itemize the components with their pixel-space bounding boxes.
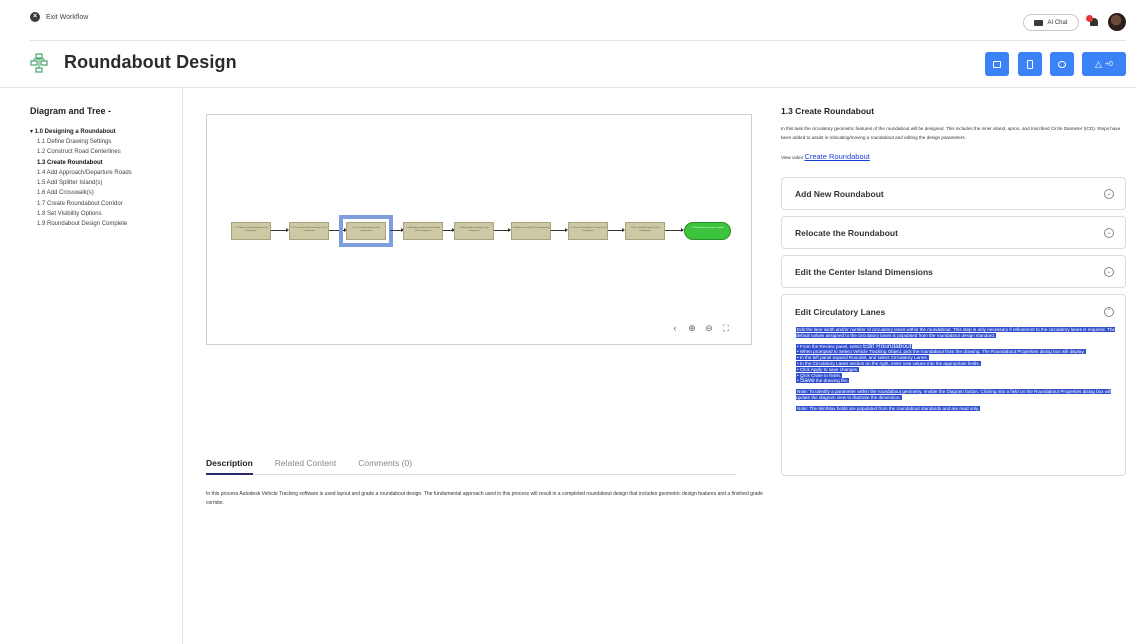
diagram-arrow — [551, 228, 568, 232]
diagram-step[interactable]: 1.4 Add Approach/Departure Roads (Civil … — [403, 222, 443, 240]
ai-chat-label: AI Chat — [1047, 19, 1068, 26]
task-title: 1.3 Create Roundabout — [781, 106, 875, 116]
step-text: the drawing file. — [816, 378, 849, 384]
top-bar: × Exit Workflow AI Chat — [0, 0, 1136, 40]
diagram-arrow — [608, 228, 625, 232]
accordion-edit-circulatory-lanes[interactable]: Edit Circulatory Lanes ⌃ Edit the lane w… — [781, 294, 1126, 476]
video-prefix: View video — [781, 155, 804, 160]
accordion-label: Edit Circulatory Lanes — [795, 307, 886, 317]
chat-icon — [1034, 19, 1044, 26]
zoom-out-icon[interactable]: ⊖ — [703, 322, 715, 334]
divider — [0, 87, 1136, 88]
tree-item[interactable]: 1.7 Create Roundabout Corridor — [37, 201, 132, 211]
step-text: Click Apply to save changes. — [799, 366, 859, 372]
diagram-arrow — [494, 228, 511, 232]
workflow-tree: ▾ 1.0 Designing a Roundabout 1.1 Define … — [30, 128, 132, 232]
page-title: Roundabout Design — [64, 52, 237, 72]
video-link[interactable]: Create Roundabout — [804, 152, 869, 161]
thumbs-up-icon: △ — [1095, 58, 1102, 69]
notification-dot — [1086, 15, 1093, 22]
diagram-step[interactable]: 1.1 Define Drawing Settings (Civil Integ… — [231, 222, 271, 240]
tree-item[interactable]: 1.9 Roundabout Design Complete — [37, 221, 132, 231]
diagram-step[interactable]: 1.8 Set Visibility Options (Civil Integr… — [625, 222, 665, 240]
chevron-left-icon[interactable]: ‹ — [669, 322, 681, 334]
close-icon: × — [30, 12, 40, 22]
tree-item[interactable]: 1.6 Add Crosswalk(s) — [37, 190, 132, 200]
task-description: In this task the circulatory geometric f… — [781, 126, 1121, 140]
step-text: In the Circulatory Lanes section on the … — [799, 360, 980, 366]
accordion-label: Edit the Center Island Dimensions — [795, 267, 933, 277]
notifications-button[interactable] — [1086, 14, 1102, 30]
workflow-icon — [30, 53, 48, 73]
accordion-edit-center-island[interactable]: Edit the Center Island Dimensions ⌄ — [781, 255, 1126, 288]
chevron-down-icon[interactable]: ⌄ — [1104, 267, 1114, 277]
avatar[interactable] — [1108, 13, 1126, 31]
fullscreen-icon[interactable]: ⛶ — [720, 322, 732, 334]
list-item: • Save the drawing file. — [796, 377, 850, 385]
chevron-down-icon[interactable]: ⌄ — [1104, 189, 1114, 199]
save-link[interactable]: Save — [800, 377, 815, 385]
divider — [30, 40, 1126, 41]
like-button[interactable]: △ +0 — [1082, 52, 1126, 76]
bookmark-icon — [1027, 59, 1033, 69]
zoom-in-icon[interactable]: ⊕ — [686, 322, 698, 334]
exit-workflow-label: Exit Workflow — [46, 13, 89, 21]
step-text: From the Review panel, select — [799, 343, 862, 349]
ai-chat-button[interactable]: AI Chat — [1023, 14, 1079, 31]
diagram-arrow — [665, 228, 684, 232]
tree-root[interactable]: ▾ 1.0 Designing a Roundabout — [30, 128, 132, 135]
accordion-label: Add New Roundabout — [795, 189, 884, 199]
accordion-add-new-roundabout[interactable]: Add New Roundabout ⌄ — [781, 177, 1126, 210]
steps-list: • From the Review panel, select Edit Rou… — [796, 343, 1118, 385]
accordion-relocate-roundabout[interactable]: Relocate the Roundabout ⌄ — [781, 216, 1126, 249]
tree-item[interactable]: 1.2 Construct Road Centerlines — [37, 149, 132, 159]
diagram-step-end[interactable]: 1.9 Roundabout Design Complete — [684, 222, 731, 240]
tree-title[interactable]: Diagram and Tree - — [30, 106, 111, 116]
accordion-label: Relocate the Roundabout — [795, 228, 898, 238]
tree-item[interactable]: 1.5 Add Splitter Island(s) — [37, 180, 132, 190]
like-count: +0 — [1104, 60, 1113, 68]
step-text: In the left panel expand Roundel, and se… — [799, 355, 928, 361]
diagram-step[interactable]: 1.6 Add Crosswalk(s) (Civil Integration) — [511, 222, 551, 240]
note-text: Note: To identify a parameter within the… — [796, 389, 1112, 400]
diagram-arrow — [271, 228, 289, 232]
step-text: When prompted to Select Vehicle Tracking… — [799, 349, 1085, 355]
tab-related-content[interactable]: Related Content — [275, 458, 336, 475]
body-intro: Edit the lane width and/or number of cir… — [796, 327, 1115, 338]
comment-icon — [993, 60, 1001, 68]
chevron-down-icon[interactable]: ⌄ — [1104, 228, 1114, 238]
diagram-step[interactable]: 1.5 Add Splitter Island(s) (Civil Integr… — [454, 222, 494, 240]
note-text: Note: The Min/Max fields are populated f… — [796, 405, 981, 411]
sidebar-divider — [182, 88, 183, 644]
history-button[interactable] — [1050, 52, 1074, 76]
bookmark-button[interactable] — [1018, 52, 1042, 76]
tree-item[interactable]: 1.1 Define Drawing Settings — [37, 139, 132, 149]
chevron-up-icon[interactable]: ⌃ — [1104, 307, 1114, 317]
diagram-step[interactable]: 1.7 Create Roundabout Corridor (Civil In… — [568, 222, 608, 240]
diagram-step-selected[interactable]: 1.3 Create Roundabout (Civil Integration… — [339, 215, 393, 247]
comment-button[interactable] — [985, 52, 1009, 76]
diagram-step[interactable]: 1.2 Construct Road Centerlines (Civil In… — [289, 222, 329, 240]
accordion-body: Edit the lane width and/or number of cir… — [796, 327, 1118, 417]
diagram-arrow — [329, 228, 347, 232]
tree-item-active[interactable]: 1.3 Create Roundabout — [37, 160, 132, 170]
tab-comments[interactable]: Comments (0) — [358, 458, 412, 475]
exit-workflow-button[interactable]: × Exit Workflow — [30, 12, 88, 22]
video-line: View video Create Roundabout — [781, 152, 870, 161]
clock-icon — [1058, 60, 1066, 68]
tree-item[interactable]: 1.4 Add Approach/Departure Roads — [37, 170, 132, 180]
content-tabs: Description Related Content Comments (0) — [206, 458, 736, 475]
diagram-arrow — [390, 228, 404, 232]
tree-item[interactable]: 1.8 Set Visibility Options — [37, 211, 132, 221]
description-text: In this process Autodesk Vehicle Trackin… — [206, 491, 763, 506]
tab-description[interactable]: Description — [206, 458, 253, 475]
process-diagram[interactable]: 1.1 Define Drawing Settings (Civil Integ… — [206, 114, 752, 345]
diagram-arrow — [443, 228, 455, 232]
